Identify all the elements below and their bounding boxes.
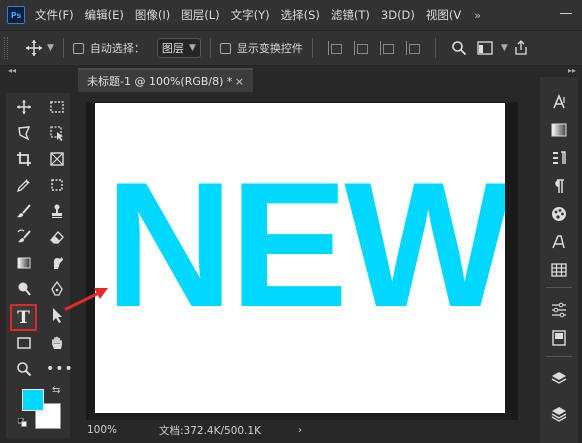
character-icon[interactable] (549, 92, 569, 112)
paragraph-icon[interactable] (549, 176, 569, 196)
auto-select-target-dropdown[interactable]: 图层 ▼ (156, 38, 201, 58)
menu-view[interactable]: 视图(V (426, 7, 461, 23)
chevron-down-icon: ▼ (189, 43, 196, 53)
separator (209, 38, 211, 58)
paragraph-style-icon[interactable] (549, 148, 569, 168)
separator (311, 38, 313, 58)
photoshop-logo-icon: Ps (7, 6, 25, 24)
hand-tool-icon[interactable] (46, 332, 68, 354)
dodge-tool-icon[interactable] (13, 278, 35, 300)
eyedropper-tool-icon[interactable] (13, 174, 35, 196)
status-menu-icon[interactable]: › (298, 425, 302, 436)
text-tool-icon: T (17, 307, 30, 328)
glyphs-icon[interactable] (549, 232, 569, 252)
history-brush-tool-icon[interactable] (13, 226, 35, 248)
smudge-tool-icon[interactable] (46, 252, 68, 274)
canvas-text-layer[interactable]: NEW (105, 156, 505, 334)
align-center-icon[interactable] (353, 41, 368, 55)
menu-3d[interactable]: 3D(D) (381, 8, 415, 22)
swap-colors-icon[interactable]: ⇆ (52, 385, 60, 396)
document-canvas[interactable]: NEW (95, 103, 505, 413)
tool-preset-chevron-icon[interactable]: ▼ (47, 43, 54, 53)
swatches-icon[interactable] (549, 204, 569, 224)
frame-select-tool-icon[interactable] (46, 174, 68, 196)
separator (434, 38, 436, 58)
menu-select[interactable]: 选择(S) (281, 7, 320, 23)
workspace-chevron-icon[interactable]: ▼ (501, 43, 508, 53)
separator (546, 356, 572, 357)
eraser-tool-icon[interactable] (46, 226, 68, 248)
auto-select-checkbox[interactable] (72, 42, 84, 54)
menu-image[interactable]: 图像(I) (135, 7, 170, 23)
marquee-tool-icon[interactable] (46, 96, 68, 118)
menu-layer[interactable]: 图层(L) (181, 7, 219, 23)
align-left-icon[interactable] (327, 41, 342, 55)
zoom-level[interactable]: 100% (87, 424, 127, 436)
search-icon[interactable] (451, 40, 467, 56)
align-right-icon[interactable] (379, 41, 394, 55)
menu-edit[interactable]: 编辑(E) (85, 7, 124, 23)
document-tab[interactable]: 未标题-1 @ 100%(RGB/8) * × (78, 68, 253, 92)
zoom-tool-icon[interactable] (13, 358, 35, 380)
crop-tool-icon[interactable] (13, 148, 35, 170)
menu-more-icon[interactable]: » (474, 9, 481, 22)
status-bar: 100% 文档:372.4K/500.1K › (78, 420, 518, 440)
share-icon[interactable] (514, 40, 528, 56)
collapse-panels-icon[interactable]: ▸▸ (568, 66, 576, 75)
rectangle-tool-icon[interactable] (13, 332, 35, 354)
layers-icon[interactable] (549, 368, 569, 388)
menu-type[interactable]: 文字(Y) (231, 7, 270, 23)
stamp-tool-icon[interactable] (46, 200, 68, 222)
text-tool-button[interactable]: T (10, 304, 37, 331)
document-size: 文档:372.4K/500.1K (159, 424, 261, 437)
document-tab-title: 未标题-1 @ 100%(RGB/8) * (87, 75, 233, 88)
menu-bar: Ps 文件(F) 编辑(E) 图像(I) 图层(L) 文字(Y) 选择(S) 滤… (0, 0, 582, 30)
show-transform-label: 显示变换控件 (236, 42, 303, 55)
gradient-icon[interactable] (549, 120, 569, 140)
separator (62, 38, 64, 58)
gradient-tool-icon[interactable] (13, 252, 35, 274)
table-icon[interactable] (549, 260, 569, 280)
layer-select-value: 图层 (161, 42, 184, 55)
annotation-arrow-icon (64, 288, 108, 311)
auto-select-label: 自动选择： (89, 42, 145, 55)
options-grip-icon[interactable] (4, 37, 8, 59)
align-top-icon[interactable] (405, 41, 420, 55)
move-tool-icon[interactable] (13, 96, 35, 118)
lasso-tool-icon[interactable] (13, 122, 35, 144)
move-tool-icon[interactable] (25, 39, 43, 57)
close-icon[interactable]: × (235, 75, 244, 88)
brush-tool-icon[interactable] (13, 200, 35, 222)
separator (546, 287, 572, 288)
frame-tool-icon[interactable] (46, 148, 68, 170)
edit-toolbar-icon[interactable]: ••• (46, 361, 74, 377)
menu-filter[interactable]: 滤镜(T) (331, 7, 370, 23)
default-colors-icon[interactable] (18, 418, 27, 427)
options-bar: ▼ 自动选择： 图层 ▼ 显示变换控件 ▼ (0, 30, 582, 66)
foreground-color-swatch[interactable] (22, 389, 44, 411)
minimize-icon[interactable] (560, 13, 572, 14)
object-selection-tool-icon[interactable] (46, 122, 68, 144)
libraries-icon[interactable] (549, 328, 569, 348)
adjustments-icon[interactable] (549, 300, 569, 320)
collapse-tools-icon[interactable]: ◂◂ (8, 66, 16, 75)
layer-comps-icon[interactable] (549, 404, 569, 424)
menu-file[interactable]: 文件(F) (35, 7, 74, 23)
show-transform-checkbox[interactable] (219, 42, 231, 54)
workspace-icon[interactable] (477, 41, 493, 55)
